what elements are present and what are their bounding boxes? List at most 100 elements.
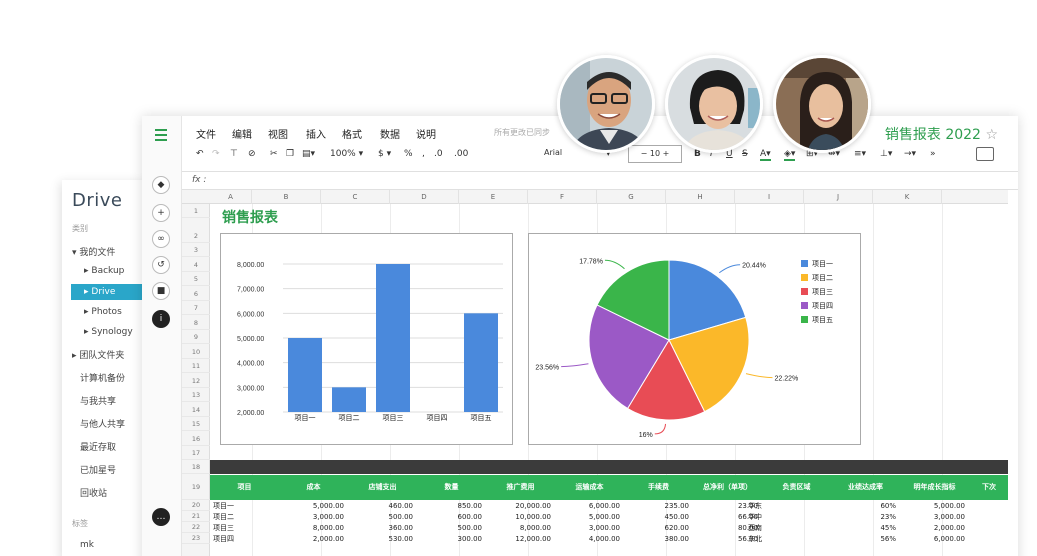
history-icon[interactable]: ↺ xyxy=(152,256,170,274)
table-header-cell[interactable]: 负责区域 xyxy=(762,475,831,500)
row-header-6[interactable]: 6 xyxy=(182,287,210,301)
table-cell[interactable]: 华东 xyxy=(748,501,813,512)
row-header-18[interactable]: 18 xyxy=(182,460,210,474)
table-cell[interactable]: 460.00 xyxy=(348,501,414,512)
text-color-icon[interactable]: A▾ xyxy=(760,149,771,161)
table-cell[interactable]: 235.00 xyxy=(624,501,690,512)
panel-toggle-icon[interactable] xyxy=(976,147,994,161)
percent-button[interactable]: % xyxy=(404,149,413,159)
table-cell[interactable]: 5,000.00 xyxy=(555,512,620,523)
pie-chart[interactable]: 20.44% 22.22% 16% 23.56% 17.78% 项目一 项目二 项目三 项目四项… xyxy=(528,233,861,445)
column-header-f[interactable]: F xyxy=(528,190,597,204)
align-icon[interactable]: ≡▾ xyxy=(854,149,866,159)
column-header-e[interactable]: E xyxy=(459,190,528,204)
nav-starred[interactable]: 已加星号 xyxy=(80,463,116,476)
fill-color-icon[interactable]: ◈▾ xyxy=(784,149,796,161)
table-cell[interactable]: 500.00 xyxy=(417,523,483,534)
table-cell[interactable]: 项目二 xyxy=(213,512,278,523)
table-cell[interactable]: 5,000.00 xyxy=(279,501,344,512)
column-header-g[interactable]: G xyxy=(597,190,666,204)
copy-icon[interactable]: ❐ xyxy=(286,149,294,159)
table-cell[interactable]: 360.00 xyxy=(348,523,414,534)
table-cell[interactable]: 530.00 xyxy=(348,534,414,545)
row-header-12[interactable]: 12 xyxy=(182,374,210,388)
table-cell[interactable]: 华中 xyxy=(748,512,813,523)
table-header-cell[interactable]: 数量 xyxy=(417,475,486,500)
undo-icon[interactable]: ↶ xyxy=(196,149,204,159)
column-header-a[interactable]: A xyxy=(210,190,252,204)
table-cell[interactable]: 600.00 xyxy=(417,512,483,523)
table-cell[interactable]: 380.00 xyxy=(624,534,690,545)
column-header-k[interactable]: K xyxy=(873,190,942,204)
more-icon[interactable]: » xyxy=(930,149,936,159)
column-header-h[interactable]: H xyxy=(666,190,735,204)
table-cell[interactable]: 300.00 xyxy=(417,534,483,545)
row-header-5[interactable]: 5 xyxy=(182,272,210,286)
info-icon[interactable]: i xyxy=(152,310,170,328)
currency-button[interactable]: $ ▾ xyxy=(378,149,391,159)
table-cell[interactable]: 2,000.00 xyxy=(900,523,965,534)
table-cell[interactable]: 8,000.00 xyxy=(279,523,344,534)
font-size-stepper[interactable]: − 10 + xyxy=(628,145,682,163)
folder-synology[interactable]: ▸ Synology xyxy=(84,327,133,337)
table-cell[interactable]: 西南 xyxy=(748,523,813,534)
strikethrough-icon[interactable]: S xyxy=(742,149,748,159)
row-header-3[interactable]: 3 xyxy=(182,243,210,257)
row-header-9[interactable]: 9 xyxy=(182,330,210,344)
row-header-21[interactable]: 21 xyxy=(182,511,210,522)
row-header-15[interactable]: 15 xyxy=(182,417,210,431)
table-cell[interactable]: 3,000.00 xyxy=(900,512,965,523)
table-header-cell[interactable]: 推广费用 xyxy=(486,475,555,500)
decrease-decimal-icon[interactable]: .0 xyxy=(434,149,443,159)
menu-format[interactable]: 格式 xyxy=(342,126,362,141)
star-icon[interactable]: ☆ xyxy=(985,127,998,143)
table-header-cell[interactable]: 店铺支出 xyxy=(348,475,417,500)
table-cell[interactable]: 6,000.00 xyxy=(900,534,965,545)
table-cell[interactable]: 20,000.00 xyxy=(486,501,551,512)
row-header-2[interactable]: 2 xyxy=(182,229,210,243)
zoom-select[interactable]: 100% ▾ xyxy=(330,149,363,159)
table-cell[interactable]: 项目四 xyxy=(213,534,278,545)
row-header-14[interactable]: 14 xyxy=(182,403,210,417)
increase-decimal-icon[interactable]: .00 xyxy=(454,149,468,159)
menu-edit[interactable]: 编辑 xyxy=(232,126,252,141)
table-cell[interactable]: 3,000.00 xyxy=(555,523,620,534)
table-cell[interactable]: 项目一 xyxy=(213,501,278,512)
menu-view[interactable]: 视图 xyxy=(268,126,288,141)
table-cell[interactable]: 东北 xyxy=(748,534,813,545)
comma-icon[interactable]: , xyxy=(422,149,425,159)
bar-chart[interactable]: 8,000.00 7,000.00 6,000.00 5,000.00 4,000.00… xyxy=(220,233,513,445)
table-header-cell[interactable]: 项目 xyxy=(210,475,279,500)
folder-backup[interactable]: ▸ Backup xyxy=(84,266,124,276)
table-header-cell[interactable]: 业绩达成率 xyxy=(831,475,900,500)
table-cell[interactable]: 10,000.00 xyxy=(486,512,551,523)
menu-help[interactable]: 说明 xyxy=(416,126,436,141)
nav-shared-with-me[interactable]: 与我共享 xyxy=(80,394,116,407)
link-icon[interactable]: ∞ xyxy=(152,230,170,248)
table-cell[interactable]: 5,000.00 xyxy=(900,501,965,512)
column-header-c[interactable]: C xyxy=(321,190,390,204)
paste-icon[interactable]: ▤▾ xyxy=(302,149,315,159)
add-user-icon[interactable]: + xyxy=(152,204,170,222)
column-header-d[interactable]: D xyxy=(390,190,459,204)
table-cell[interactable]: 8,000.00 xyxy=(486,523,551,534)
table-cell[interactable]: 12,000.00 xyxy=(486,534,551,545)
nav-shared-with-others[interactable]: 与他人共享 xyxy=(80,417,125,430)
table-cell[interactable]: 500.00 xyxy=(348,512,414,523)
row-header-16[interactable]: 16 xyxy=(182,432,210,446)
table-header-cell[interactable]: 下次 xyxy=(969,475,1008,500)
row-header-19[interactable]: 19 xyxy=(182,475,210,500)
document-title[interactable]: 销售报表 2022 ☆ xyxy=(885,124,998,144)
clear-format-icon[interactable]: ⊘ xyxy=(248,149,256,159)
table-header-cell[interactable]: 明年成长指标 xyxy=(900,475,969,500)
redo-icon[interactable]: ↷ xyxy=(212,149,220,159)
nav-recent[interactable]: 最近存取 xyxy=(80,440,116,453)
table-header-cell[interactable]: 手续费 xyxy=(624,475,693,500)
column-header-b[interactable]: B xyxy=(252,190,321,204)
column-header-j[interactable]: J xyxy=(804,190,873,204)
sheet-grid[interactable]: ABCDEFGHIJK 1 2 3 4 5 6 7 8 9 10 11 12 13 14 15 16 17 18 1… xyxy=(182,190,1008,556)
nav-pc-backup[interactable]: 计算机备份 xyxy=(80,371,125,384)
folder-drive[interactable]: ▸ Drive xyxy=(84,287,115,297)
table-cell[interactable]: 850.00 xyxy=(417,501,483,512)
my-files-item[interactable]: ▾ 我的文件 xyxy=(72,245,115,258)
